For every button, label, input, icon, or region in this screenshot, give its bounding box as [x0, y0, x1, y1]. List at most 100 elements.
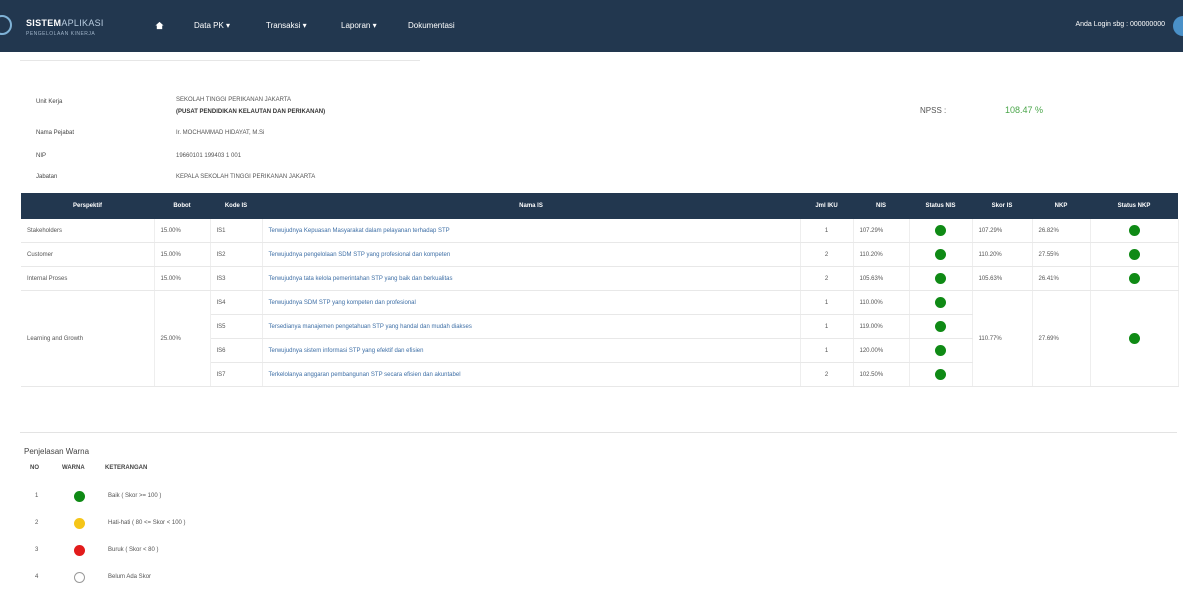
cell-nis: 120.00%	[853, 338, 910, 363]
brand-title-sub: APLIKASI	[61, 18, 104, 28]
cell-status-nis	[909, 266, 973, 291]
cell-kode: IS1	[210, 219, 263, 243]
cell-kode: IS7	[210, 362, 263, 387]
status-green-dot	[1128, 225, 1140, 236]
legend-yellow-dot	[74, 518, 85, 529]
cell-nis: 119.00%	[853, 314, 910, 339]
cell-nama-link[interactable]: Terwujudnya tata kelola pemerintahan STP…	[262, 266, 801, 291]
unit-value-line1: SEKOLAH TINGGI PERIKANAN JAKARTA	[176, 97, 292, 103]
name-label: Nama Pejabat	[36, 130, 75, 136]
cell-nama-link[interactable]: Terkelolanya anggaran pembangunan STP se…	[262, 362, 801, 387]
cell-nama-link[interactable]: Terwujudnya pengelolaan SDM STP yang pro…	[262, 242, 801, 267]
user-login-text[interactable]: Anda Login sbg : 000000000	[1075, 21, 1165, 28]
cell-perspektif: Internal Proses	[21, 266, 155, 291]
nip-label: NIP	[36, 153, 47, 159]
status-green-dot	[935, 321, 946, 332]
cell-status-nis	[909, 338, 973, 363]
status-green-dot	[1128, 273, 1140, 284]
cell-jml: 2	[800, 362, 854, 387]
legend-text: Belum Ada Skor	[108, 574, 152, 580]
cell-nkp: 26.82%	[1032, 219, 1091, 243]
table-header-row: Perspektif Bobot Kode IS Nama IS Jml IKU…	[21, 193, 1178, 219]
legend-header-warna: WARNA	[62, 465, 85, 471]
menu-transaksi[interactable]: Transaksi ▾	[266, 21, 307, 30]
cell-kode: IS6	[210, 338, 263, 363]
status-green-dot	[1128, 333, 1140, 344]
cell-status-nis	[909, 290, 973, 315]
cell-bobot: 15.00%	[154, 266, 211, 291]
cell-status-nis	[909, 219, 973, 243]
brand-title-main: SISTEM	[26, 18, 62, 28]
legend-no: 2	[35, 520, 39, 526]
cell-status-nkp	[1090, 266, 1179, 291]
cell-jml: 1	[800, 338, 854, 363]
cell-skor: 110.20%	[972, 242, 1033, 267]
table-row: Stakeholders 15.00% IS1 Terwujudnya Kepu…	[21, 219, 1179, 243]
cell-nama-link[interactable]: Terwujudnya SDM STP yang kompeten dan pr…	[262, 290, 801, 315]
nip-value: 19660101 199403 1 001	[176, 153, 242, 159]
status-green-dot	[935, 273, 946, 284]
legend-header-keterangan: KETERANGAN	[105, 465, 148, 471]
cell-nkp: 26.41%	[1032, 266, 1091, 291]
cell-status-nis	[909, 242, 973, 267]
table-row: Internal Proses 15.00% IS3 Terwujudnya t…	[21, 266, 1179, 291]
cell-perspektif: Customer	[21, 242, 155, 267]
divider	[20, 432, 1177, 433]
cell-status-nkp	[1090, 242, 1179, 267]
legend-header-no: NO	[30, 465, 39, 471]
cell-nis: 110.00%	[853, 290, 910, 315]
unit-label: Unit Kerja	[36, 99, 63, 105]
cell-status-nkp	[1090, 219, 1179, 243]
header-status-nkp: Status NKP	[1090, 193, 1178, 219]
status-green-dot	[935, 345, 946, 356]
cell-nama-link[interactable]: Terwujudnya Kepuasan Masyarakat dalam pe…	[262, 219, 801, 243]
cell-kode: IS3	[210, 266, 263, 291]
legend-text: Baik ( Skor >= 100 )	[108, 493, 162, 499]
cell-perspektif: Stakeholders	[21, 219, 155, 243]
cell-bobot: 25.00%	[154, 290, 211, 387]
position-label: Jabatan	[36, 174, 58, 180]
header-status-nis: Status NIS	[909, 193, 972, 219]
user-avatar[interactable]	[1173, 16, 1183, 36]
table-row: Customer 15.00% IS2 Terwujudnya pengelol…	[21, 242, 1179, 267]
cell-nis: 107.29%	[853, 219, 910, 243]
status-green-dot	[935, 369, 946, 380]
status-green-dot	[935, 249, 946, 260]
cell-kode: IS4	[210, 290, 263, 315]
name-value: Ir. MOCHAMMAD HIDAYAT, M.Si	[176, 130, 265, 136]
cell-nis: 110.20%	[853, 242, 910, 267]
cell-nama-link[interactable]: Tersedianya manajemen pengetahuan STP ya…	[262, 314, 801, 339]
cell-status-nis	[909, 314, 973, 339]
status-green-dot	[935, 297, 946, 308]
position-value: KEPALA SEKOLAH TINGGI PERIKANAN JAKARTA	[176, 174, 316, 180]
divider	[20, 60, 420, 61]
cell-nkp: 27.69%	[1032, 290, 1091, 387]
header-nama-is: Nama IS	[262, 193, 800, 219]
header-nkp: NKP	[1032, 193, 1090, 219]
cell-status-nkp	[1090, 290, 1179, 387]
cell-bobot: 15.00%	[154, 242, 211, 267]
cell-skor: 107.29%	[972, 219, 1033, 243]
legend-empty-dot	[74, 572, 85, 583]
cell-nama-link[interactable]: Terwujudnya sistem informasi STP yang ef…	[262, 338, 801, 363]
header-perspektif: Perspektif	[21, 193, 154, 219]
header-bobot: Bobot	[154, 193, 210, 219]
cell-kode: IS2	[210, 242, 263, 267]
header-jml-iku: Jml IKU	[800, 193, 853, 219]
brand-subtitle: PENGELOLAAN KINERJA	[26, 31, 96, 37]
legend-green-dot	[74, 491, 85, 502]
cell-status-nis	[909, 362, 973, 387]
unit-value-line2: (PUSAT PENDIDIKAN KELAUTAN DAN PERIKANAN…	[176, 109, 326, 115]
cell-nkp: 27.55%	[1032, 242, 1091, 267]
cell-jml: 2	[800, 266, 854, 291]
menu-laporan[interactable]: Laporan ▾	[341, 21, 377, 30]
cell-skor: 110.77%	[972, 290, 1033, 387]
brand-title[interactable]: SISTEMAPLIKASI	[26, 18, 104, 28]
menu-data-pk[interactable]: Data PK ▾	[194, 21, 230, 30]
menu-dokumentasi[interactable]: Dokumentasi	[408, 21, 455, 30]
legend-title: Penjelasan Warna	[24, 447, 90, 456]
status-green-dot	[935, 225, 946, 236]
home-icon[interactable]	[155, 21, 164, 30]
header-nis: NIS	[853, 193, 909, 219]
brand-logo-icon[interactable]	[0, 15, 12, 35]
